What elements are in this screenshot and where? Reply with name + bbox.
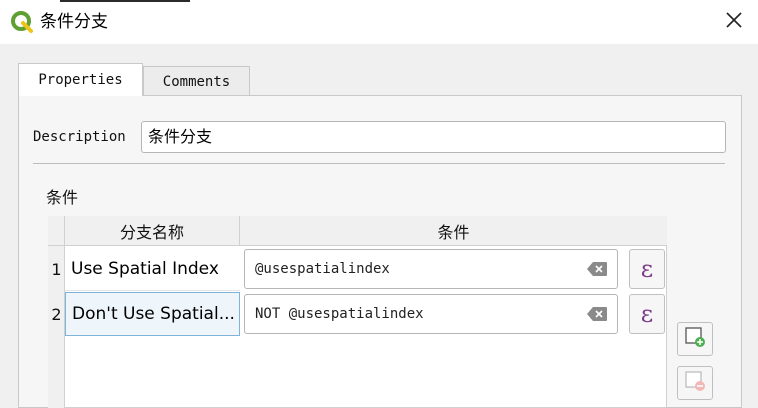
condition-text: NOT @usespatialindex	[255, 306, 424, 322]
window-edge	[60, 0, 190, 2]
branch-name-cell-selected[interactable]: Don't Use Spatial...	[65, 292, 240, 336]
clear-icon[interactable]	[586, 306, 608, 322]
window-title: 条件分支	[40, 12, 108, 32]
title-bar	[0, 0, 758, 44]
add-row-icon	[684, 326, 706, 352]
add-row-button[interactable]	[677, 322, 713, 356]
condition-expression-input[interactable]: @usespatialindex	[244, 249, 618, 289]
description-input[interactable]: 条件分支	[141, 121, 726, 153]
divider	[33, 163, 725, 164]
expression-builder-button[interactable]: ε	[629, 249, 665, 289]
tab-properties[interactable]: Properties	[18, 63, 143, 96]
table-corner[interactable]	[48, 216, 65, 246]
column-header-condition[interactable]: 条件	[240, 216, 667, 246]
qgis-logo-icon	[10, 10, 34, 34]
row-header-2[interactable]: 2	[48, 292, 65, 336]
condition-expression-input[interactable]: NOT @usespatialindex	[244, 294, 618, 334]
row-header-1[interactable]: 1	[48, 247, 65, 291]
condition-text: @usespatialindex	[255, 261, 390, 277]
expression-builder-button[interactable]: ε	[629, 294, 665, 334]
close-button[interactable]	[716, 6, 752, 38]
close-icon	[725, 11, 743, 33]
epsilon-icon: ε	[640, 255, 654, 283]
epsilon-icon: ε	[640, 300, 654, 328]
tab-comments[interactable]: Comments	[143, 66, 250, 96]
remove-row-icon	[684, 370, 706, 396]
description-label: Description	[33, 129, 126, 145]
column-header-branch-name[interactable]: 分支名称	[65, 216, 240, 246]
conditions-label: 条件	[46, 188, 79, 207]
clear-icon[interactable]	[586, 261, 608, 277]
branch-name-cell[interactable]: Use Spatial Index	[65, 247, 240, 291]
remove-row-button[interactable]	[677, 366, 713, 400]
